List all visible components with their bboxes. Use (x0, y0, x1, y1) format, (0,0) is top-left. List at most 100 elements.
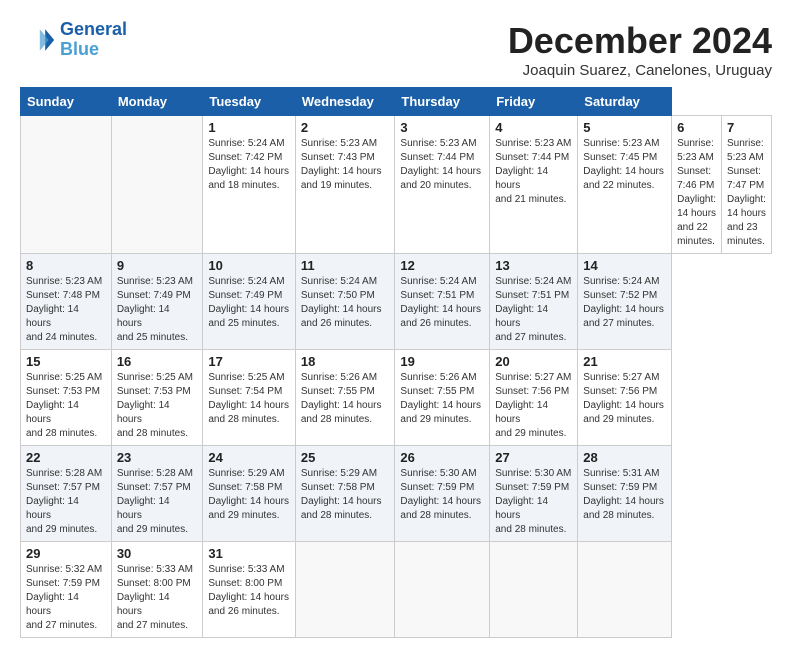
day-number: 10 (208, 258, 290, 273)
calendar-cell: 27 Sunrise: 5:30 AM Sunset: 7:59 PM Dayli… (490, 446, 578, 542)
day-number: 29 (26, 546, 106, 561)
weekday-header-saturday: Saturday (578, 88, 672, 116)
weekday-header-thursday: Thursday (395, 88, 490, 116)
weekday-header-wednesday: Wednesday (295, 88, 395, 116)
day-number: 26 (400, 450, 484, 465)
day-info: Sunrise: 5:24 AM Sunset: 7:42 PM Dayligh… (208, 137, 290, 193)
day-info: Sunrise: 5:29 AM Sunset: 7:58 PM Dayligh… (301, 467, 390, 523)
weekday-header-monday: Monday (111, 88, 203, 116)
day-info: Sunrise: 5:24 AM Sunset: 7:52 PM Dayligh… (583, 275, 666, 331)
day-info: Sunrise: 5:23 AM Sunset: 7:44 PM Dayligh… (400, 137, 484, 193)
logo-icon (20, 22, 56, 58)
day-info: Sunrise: 5:27 AM Sunset: 7:56 PM Dayligh… (495, 371, 572, 441)
calendar-cell: 25 Sunrise: 5:29 AM Sunset: 7:58 PM Dayli… (295, 446, 395, 542)
calendar-cell: 9Sunrise: 5:23 AM Sunset: 7:49 PM Daylig… (111, 254, 203, 350)
day-number: 2 (301, 120, 390, 135)
calendar-cell: 22 Sunrise: 5:28 AM Sunset: 7:57 PM Dayli… (21, 446, 112, 542)
day-number: 4 (495, 120, 572, 135)
calendar-cell (490, 542, 578, 638)
weekday-header-friday: Friday (490, 88, 578, 116)
day-number: 22 (26, 450, 106, 465)
day-number: 25 (301, 450, 390, 465)
calendar-week-row: 15Sunrise: 5:25 AM Sunset: 7:53 PM Dayli… (21, 350, 772, 446)
day-info: Sunrise: 5:23 AM Sunset: 7:48 PM Dayligh… (26, 275, 106, 345)
title-block: December 2024 Joaquin Suarez, Canelones,… (508, 20, 772, 79)
calendar-cell: 11 Sunrise: 5:24 AM Sunset: 7:50 PM Dayli… (295, 254, 395, 350)
day-info: Sunrise: 5:23 AM Sunset: 7:49 PM Dayligh… (117, 275, 198, 345)
calendar-cell: 10Sunrise: 5:24 AM Sunset: 7:49 PM Dayli… (203, 254, 296, 350)
day-number: 23 (117, 450, 198, 465)
day-info: Sunrise: 5:27 AM Sunset: 7:56 PM Dayligh… (583, 371, 666, 427)
calendar-cell: 13Sunrise: 5:24 AM Sunset: 7:51 PM Dayli… (490, 254, 578, 350)
day-info: Sunrise: 5:25 AM Sunset: 7:54 PM Dayligh… (208, 371, 290, 427)
day-number: 21 (583, 354, 666, 369)
calendar-table: SundayMondayTuesdayWednesdayThursdayFrid… (20, 87, 772, 638)
calendar-cell (21, 116, 112, 254)
calendar-cell: 3 Sunrise: 5:23 AM Sunset: 7:44 PM Daylig… (395, 116, 490, 254)
day-number: 14 (583, 258, 666, 273)
calendar-cell: 24 Sunrise: 5:29 AM Sunset: 7:58 PM Dayli… (203, 446, 296, 542)
calendar-week-row: 8 Sunrise: 5:23 AM Sunset: 7:48 PM Daylig… (21, 254, 772, 350)
calendar-cell: 21 Sunrise: 5:27 AM Sunset: 7:56 PM Dayli… (578, 350, 672, 446)
calendar-cell: 18 Sunrise: 5:26 AM Sunset: 7:55 PM Dayli… (295, 350, 395, 446)
day-info: Sunrise: 5:26 AM Sunset: 7:55 PM Dayligh… (400, 371, 484, 427)
day-number: 16 (117, 354, 198, 369)
day-number: 18 (301, 354, 390, 369)
calendar-cell: 6Sunrise: 5:23 AM Sunset: 7:46 PM Daylig… (672, 116, 722, 254)
calendar-cell: 26 Sunrise: 5:30 AM Sunset: 7:59 PM Dayli… (395, 446, 490, 542)
page-header: General Blue December 2024 Joaquin Suare… (20, 20, 772, 79)
day-info: Sunrise: 5:25 AM Sunset: 7:53 PM Dayligh… (26, 371, 106, 441)
calendar-cell (295, 542, 395, 638)
day-info: Sunrise: 5:28 AM Sunset: 7:57 PM Dayligh… (26, 467, 106, 537)
calendar-cell (111, 116, 203, 254)
calendar-cell: 30Sunrise: 5:33 AM Sunset: 8:00 PM Dayli… (111, 542, 203, 638)
calendar-cell: 29Sunrise: 5:32 AM Sunset: 7:59 PM Dayli… (21, 542, 112, 638)
day-info: Sunrise: 5:33 AM Sunset: 8:00 PM Dayligh… (117, 563, 198, 633)
day-number: 27 (495, 450, 572, 465)
day-info: Sunrise: 5:30 AM Sunset: 7:59 PM Dayligh… (400, 467, 484, 523)
calendar-cell: 19 Sunrise: 5:26 AM Sunset: 7:55 PM Dayli… (395, 350, 490, 446)
day-info: Sunrise: 5:23 AM Sunset: 7:47 PM Dayligh… (727, 137, 766, 249)
calendar-cell: 8 Sunrise: 5:23 AM Sunset: 7:48 PM Daylig… (21, 254, 112, 350)
calendar-cell: 20 Sunrise: 5:27 AM Sunset: 7:56 PM Dayli… (490, 350, 578, 446)
day-number: 12 (400, 258, 484, 273)
day-number: 28 (583, 450, 666, 465)
calendar-header-row: SundayMondayTuesdayWednesdayThursdayFrid… (21, 88, 772, 116)
day-info: Sunrise: 5:23 AM Sunset: 7:44 PM Dayligh… (495, 137, 572, 207)
calendar-cell: 2Sunrise: 5:23 AM Sunset: 7:43 PM Daylig… (295, 116, 395, 254)
calendar-cell: 31 Sunrise: 5:33 AM Sunset: 8:00 PM Dayli… (203, 542, 296, 638)
calendar-cell: 12 Sunrise: 5:24 AM Sunset: 7:51 PM Dayli… (395, 254, 490, 350)
day-number: 8 (26, 258, 106, 273)
calendar-cell: 1 Sunrise: 5:24 AM Sunset: 7:42 PM Daylig… (203, 116, 296, 254)
calendar-cell: 7 Sunrise: 5:23 AM Sunset: 7:47 PM Daylig… (722, 116, 772, 254)
day-info: Sunrise: 5:24 AM Sunset: 7:51 PM Dayligh… (400, 275, 484, 331)
day-info: Sunrise: 5:25 AM Sunset: 7:53 PM Dayligh… (117, 371, 198, 441)
day-info: Sunrise: 5:30 AM Sunset: 7:59 PM Dayligh… (495, 467, 572, 537)
day-info: Sunrise: 5:29 AM Sunset: 7:58 PM Dayligh… (208, 467, 290, 523)
calendar-cell: 17 Sunrise: 5:25 AM Sunset: 7:54 PM Dayli… (203, 350, 296, 446)
day-number: 24 (208, 450, 290, 465)
day-info: Sunrise: 5:33 AM Sunset: 8:00 PM Dayligh… (208, 563, 290, 619)
day-info: Sunrise: 5:24 AM Sunset: 7:51 PM Dayligh… (495, 275, 572, 345)
day-number: 1 (208, 120, 290, 135)
day-number: 11 (301, 258, 390, 273)
day-number: 5 (583, 120, 666, 135)
day-number: 3 (400, 120, 484, 135)
day-number: 7 (727, 120, 766, 135)
calendar-cell: 5 Sunrise: 5:23 AM Sunset: 7:45 PM Daylig… (578, 116, 672, 254)
day-number: 20 (495, 354, 572, 369)
day-info: Sunrise: 5:24 AM Sunset: 7:50 PM Dayligh… (301, 275, 390, 331)
day-info: Sunrise: 5:23 AM Sunset: 7:45 PM Dayligh… (583, 137, 666, 193)
day-number: 31 (208, 546, 290, 561)
calendar-cell (395, 542, 490, 638)
calendar-cell (578, 542, 672, 638)
month-title: December 2024 (508, 20, 772, 62)
calendar-cell: 28 Sunrise: 5:31 AM Sunset: 7:59 PM Dayli… (578, 446, 672, 542)
day-info: Sunrise: 5:31 AM Sunset: 7:59 PM Dayligh… (583, 467, 666, 523)
calendar-cell: 4 Sunrise: 5:23 AM Sunset: 7:44 PM Daylig… (490, 116, 578, 254)
day-number: 17 (208, 354, 290, 369)
logo: General Blue (20, 20, 127, 60)
day-number: 19 (400, 354, 484, 369)
day-info: Sunrise: 5:26 AM Sunset: 7:55 PM Dayligh… (301, 371, 390, 427)
logo-text: General Blue (60, 20, 127, 60)
